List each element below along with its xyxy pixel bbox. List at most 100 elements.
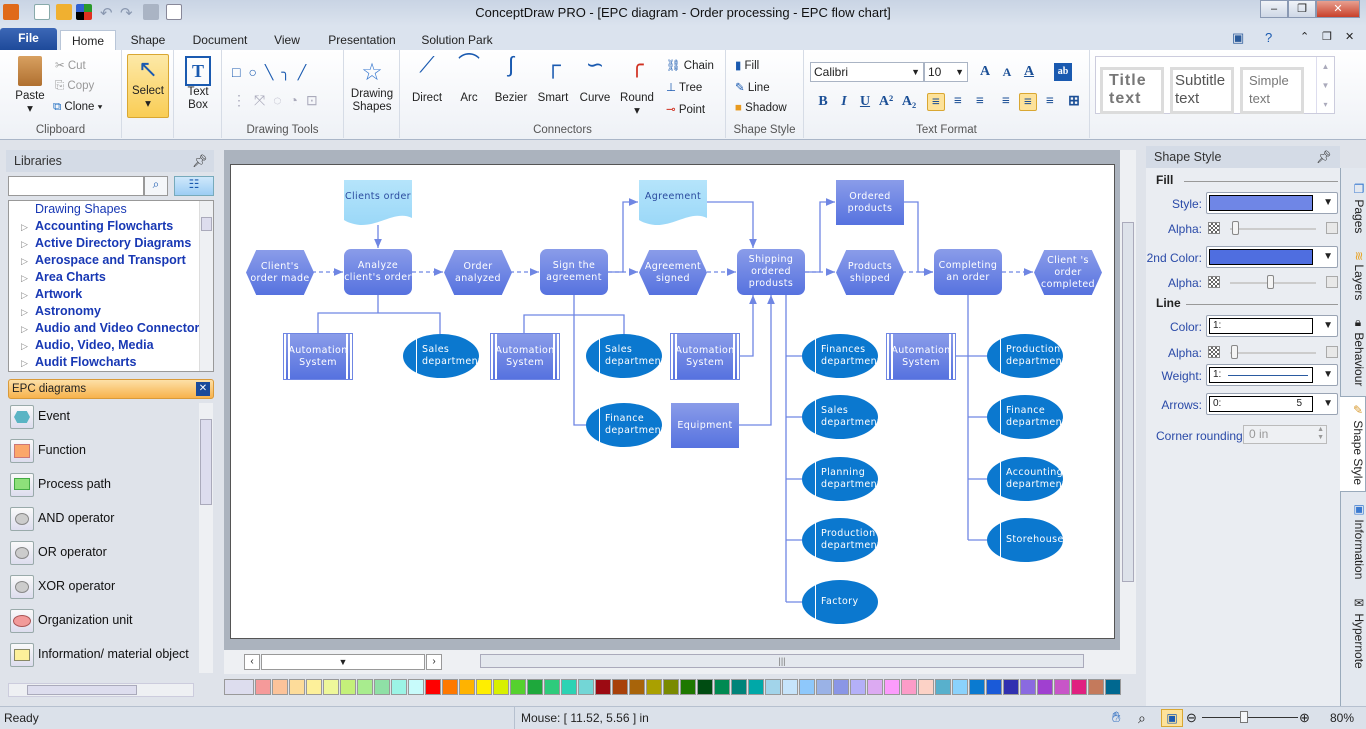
org-unit[interactable]: Finance department bbox=[987, 395, 1066, 439]
automation-system[interactable]: Automation System bbox=[886, 333, 956, 380]
color-swatch[interactable] bbox=[578, 679, 594, 695]
color-swatch[interactable] bbox=[493, 679, 509, 695]
fill-style-select[interactable]: ▼ bbox=[1206, 192, 1338, 214]
arrows-select[interactable]: 0: 5 ▼ bbox=[1206, 393, 1338, 415]
color-swatch[interactable] bbox=[1071, 679, 1087, 695]
color-swatch[interactable] bbox=[901, 679, 917, 695]
color-swatch[interactable] bbox=[595, 679, 611, 695]
color-swatch[interactable] bbox=[323, 679, 339, 695]
side-tab-shape-style[interactable]: ✎ Shape Style bbox=[1340, 396, 1366, 492]
side-tab-hypernote[interactable]: ✉︎ Hypernote bbox=[1340, 592, 1366, 672]
color-swatch[interactable] bbox=[697, 679, 713, 695]
color-swatch[interactable] bbox=[663, 679, 679, 695]
color-swatch[interactable] bbox=[544, 679, 560, 695]
color-swatch[interactable] bbox=[986, 679, 1002, 695]
color-swatch[interactable] bbox=[629, 679, 645, 695]
line-weight-select[interactable]: 1: ▼ bbox=[1206, 364, 1338, 386]
corner-rounding-input[interactable]: 0 in ▲ ▼ bbox=[1243, 425, 1327, 444]
side-tab-behaviour[interactable]: 🔒︎ Behaviour bbox=[1340, 314, 1366, 390]
org-unit[interactable]: Factory bbox=[802, 580, 878, 624]
hand-tool-icon[interactable]: ✋︎ bbox=[1112, 707, 1121, 729]
color-swatch[interactable] bbox=[255, 679, 271, 695]
org-unit[interactable]: Storehouse bbox=[987, 518, 1063, 562]
previous-page-button[interactable]: ‹ bbox=[244, 654, 260, 670]
color-swatch[interactable] bbox=[646, 679, 662, 695]
zoom-area-icon[interactable]: ⌕ bbox=[1138, 707, 1146, 729]
color-swatch[interactable] bbox=[1003, 679, 1019, 695]
event-order-analyzed[interactable]: Order analyzed bbox=[444, 250, 512, 295]
color-swatch[interactable] bbox=[969, 679, 985, 695]
line-color-select[interactable]: 1: ▼ bbox=[1206, 315, 1338, 337]
function-analyze-order[interactable]: Analyze client's order bbox=[344, 249, 412, 295]
material-equipment[interactable]: Equipment bbox=[671, 403, 739, 448]
color-swatch[interactable] bbox=[833, 679, 849, 695]
zoom-slider-thumb[interactable] bbox=[1240, 711, 1249, 723]
fill-alpha-slider[interactable] bbox=[1208, 221, 1338, 237]
color-swatch[interactable] bbox=[918, 679, 934, 695]
function-sign-agreement[interactable]: Sign the agreement bbox=[540, 249, 608, 295]
color-swatch[interactable] bbox=[952, 679, 968, 695]
second-color-select[interactable]: ▼ bbox=[1206, 246, 1338, 268]
color-swatch[interactable] bbox=[850, 679, 866, 695]
color-swatch[interactable] bbox=[612, 679, 628, 695]
color-swatch[interactable] bbox=[1037, 679, 1053, 695]
side-tab-layers[interactable]: ≋ Layers bbox=[1340, 246, 1366, 306]
color-swatch[interactable] bbox=[340, 679, 356, 695]
org-unit[interactable]: Sales department bbox=[802, 395, 881, 439]
line-alpha-slider[interactable] bbox=[1208, 345, 1338, 361]
color-swatch[interactable] bbox=[459, 679, 475, 695]
event-products-shipped[interactable]: Products shipped bbox=[836, 250, 904, 295]
fit-page-icon[interactable]: ▣ bbox=[1161, 709, 1183, 727]
color-swatch[interactable] bbox=[425, 679, 441, 695]
zoom-slider[interactable] bbox=[1202, 711, 1298, 723]
color-swatch[interactable] bbox=[289, 679, 305, 695]
event-agreement-signed[interactable]: Agreement signed bbox=[639, 250, 707, 295]
function-shipping-products[interactable]: Shipping ordered produsts bbox=[737, 249, 805, 295]
color-swatch[interactable] bbox=[391, 679, 407, 695]
horizontal-scrollbar[interactable]: ||| bbox=[480, 654, 1084, 668]
color-swatch[interactable] bbox=[272, 679, 288, 695]
color-swatch[interactable] bbox=[748, 679, 764, 695]
org-unit[interactable]: Accounting department bbox=[987, 457, 1066, 501]
material-ordered-products[interactable]: Ordered products bbox=[836, 180, 904, 225]
color-swatch[interactable] bbox=[476, 679, 492, 695]
color-swatch[interactable] bbox=[374, 679, 390, 695]
color-swatch[interactable] bbox=[1020, 679, 1036, 695]
color-swatch[interactable] bbox=[765, 679, 781, 695]
color-swatch[interactable] bbox=[680, 679, 696, 695]
pin-icon[interactable]: 📌︎ bbox=[1316, 146, 1332, 168]
color-swatch[interactable] bbox=[935, 679, 951, 695]
color-swatch[interactable] bbox=[867, 679, 883, 695]
spinner-icon[interactable]: ▲ ▼ bbox=[1317, 426, 1324, 442]
page-select[interactable]: ▼ bbox=[261, 654, 425, 670]
color-swatch[interactable] bbox=[714, 679, 730, 695]
zoom-in-icon[interactable]: ⊕ bbox=[1299, 707, 1310, 729]
org-unit[interactable]: Production department bbox=[987, 334, 1066, 378]
side-tab-pages[interactable]: ❐ Pages bbox=[1340, 178, 1366, 238]
function-completing-order[interactable]: Completing an order bbox=[934, 249, 1002, 295]
org-unit[interactable]: Finance department bbox=[586, 403, 665, 447]
org-unit[interactable]: Sales department bbox=[586, 334, 665, 378]
palette-tools-icon[interactable] bbox=[224, 679, 254, 695]
color-swatch[interactable] bbox=[816, 679, 832, 695]
color-swatch[interactable] bbox=[1105, 679, 1121, 695]
color-swatch[interactable] bbox=[357, 679, 373, 695]
org-unit[interactable]: Sales department bbox=[403, 334, 482, 378]
color-swatch[interactable] bbox=[782, 679, 798, 695]
color-swatch[interactable] bbox=[306, 679, 322, 695]
color-swatch[interactable] bbox=[442, 679, 458, 695]
side-tab-information[interactable]: ▣ Information bbox=[1340, 498, 1366, 584]
automation-system[interactable]: Automation System bbox=[670, 333, 740, 380]
color-swatch[interactable] bbox=[561, 679, 577, 695]
next-page-button[interactable]: › bbox=[426, 654, 442, 670]
automation-system[interactable]: Automation System bbox=[283, 333, 353, 380]
event-order-completed[interactable]: Client 's order completed bbox=[1034, 250, 1102, 295]
org-unit[interactable]: Finances department bbox=[802, 334, 881, 378]
color-swatch[interactable] bbox=[510, 679, 526, 695]
event-clients-order-made[interactable]: Client's order made bbox=[246, 250, 314, 295]
color-swatch[interactable] bbox=[731, 679, 747, 695]
color-swatch[interactable] bbox=[1088, 679, 1104, 695]
color-swatch[interactable] bbox=[884, 679, 900, 695]
org-unit[interactable]: Production department bbox=[802, 518, 881, 562]
zoom-out-icon[interactable]: ⊖ bbox=[1186, 707, 1197, 729]
